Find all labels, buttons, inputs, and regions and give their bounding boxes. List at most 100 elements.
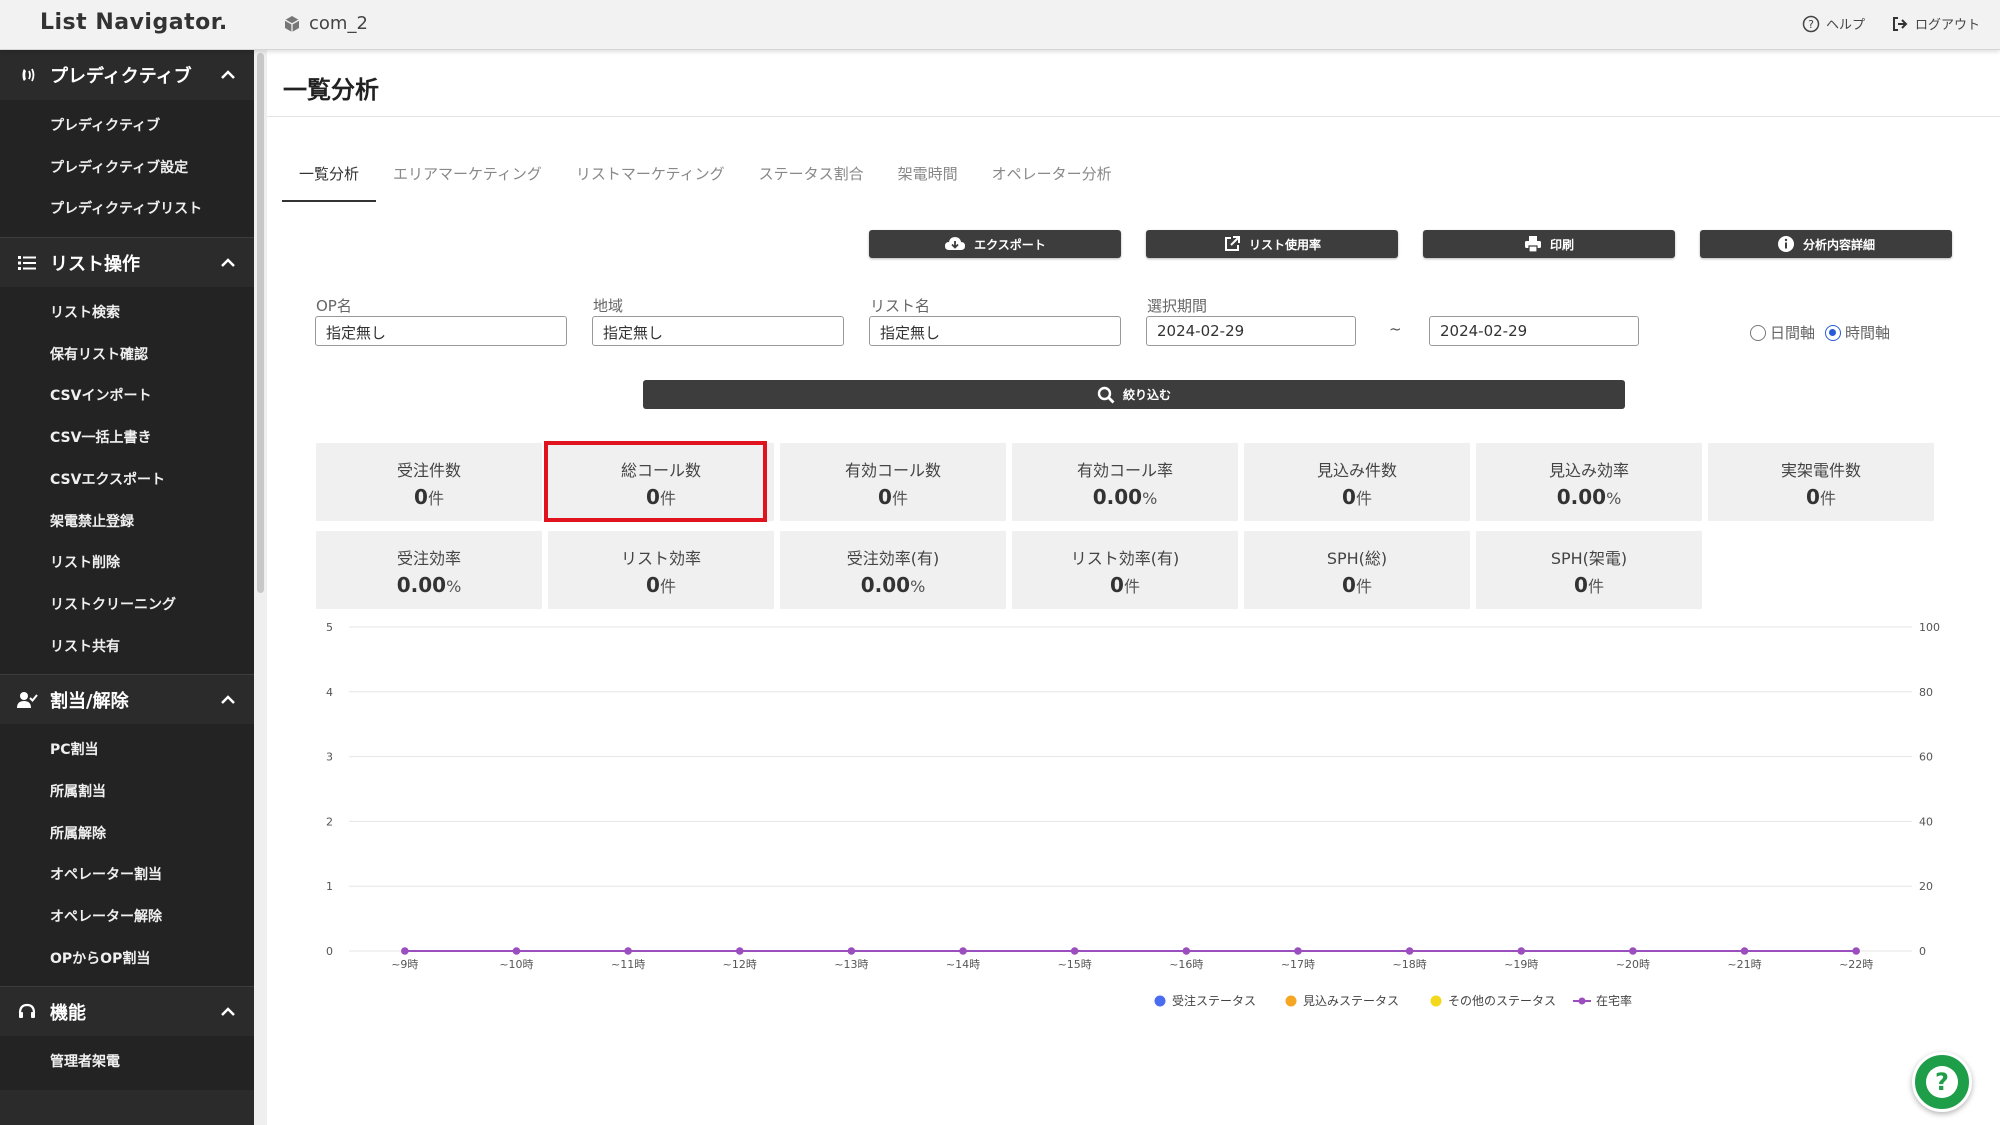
sidebar-item-csv-overwrite[interactable]: CSV一括上書き [0, 418, 254, 460]
y-tick-label: 1 [326, 880, 333, 893]
sidebar-scrollbar[interactable] [254, 50, 267, 1125]
legend-swatch [1430, 995, 1442, 1007]
y2-tick-label: 80 [1919, 686, 1933, 699]
sidebar-item-owned-lists[interactable]: 保有リスト確認 [0, 335, 254, 377]
data-point-presence [624, 947, 632, 955]
hourly-chart: 0 1 2 3 4 5 0 20 40 60 80 100 ~9時 ~10時 ~11時 ~12時 ~13時 ~14… [326, 621, 1940, 1008]
sidebar-item-list-search[interactable]: リスト検索 [0, 293, 254, 335]
sidebar-item-group-release[interactable]: 所属解除 [0, 814, 254, 856]
chevron-up-icon[interactable] [218, 65, 238, 85]
cube-icon [284, 15, 300, 32]
sidebar-item-group-assign[interactable]: 所属割当 [0, 772, 254, 814]
x-tick-label: ~21時 [1727, 958, 1761, 971]
sidebar-section-label: 機能 [50, 1002, 86, 1024]
logout-icon [1892, 16, 1908, 31]
sidebar-item-list-share[interactable]: リスト共有 [0, 627, 254, 669]
x-tick-label: ~13時 [834, 958, 868, 971]
company-name: com_2 [283, 13, 368, 34]
x-tick-label: ~19時 [1504, 958, 1538, 971]
data-point-presence [959, 947, 967, 955]
sidebar-item-pc-assign[interactable]: PC割当 [0, 730, 254, 772]
data-point-presence [1517, 947, 1526, 955]
data-point-presence [1405, 947, 1414, 955]
sidebar-item-predictive-settings[interactable]: プレディクティブ設定 [0, 148, 254, 190]
x-tick-label: ~11時 [611, 958, 645, 971]
sidebar-section-label: 割当/解除 [50, 690, 129, 712]
svg-text:?: ? [1808, 18, 1814, 31]
x-tick-label: ~10時 [499, 958, 533, 971]
question-circle-icon: ? [1926, 1066, 1958, 1098]
sidebar-item-op-to-op[interactable]: OPからOP割当 [0, 939, 254, 981]
data-point-presence [847, 947, 856, 955]
list-icon [16, 252, 38, 274]
y-tick-label: 3 [326, 751, 333, 764]
data-point-presence [1294, 947, 1302, 955]
legend-swatch [1285, 995, 1297, 1007]
sidebar-item-list-cleaning[interactable]: リストクリーニング [0, 585, 254, 627]
y2-tick-label: 0 [1919, 945, 1926, 958]
main-content: 一覧分析 一覧分析 エリアマーケティング リストマーケティング ステータス割合 … [267, 50, 2000, 1125]
data-point-presence [401, 947, 409, 955]
x-tick-label: ~9時 [391, 958, 418, 971]
x-tick-label: ~22時 [1839, 958, 1873, 971]
data-point-presence [1182, 947, 1191, 955]
y-tick-label: 2 [326, 815, 333, 828]
sidebar-item-csv-import[interactable]: CSVインポート [0, 376, 254, 418]
x-tick-label: ~12時 [723, 958, 757, 971]
chevron-up-icon[interactable] [218, 690, 238, 710]
legend-label: その他のステータス [1448, 994, 1556, 1008]
data-point-presence [735, 947, 744, 955]
sidebar-item-predictive-list[interactable]: プレディクティブリスト [0, 189, 254, 231]
chevron-up-icon[interactable] [218, 253, 238, 273]
x-tick-label: ~18時 [1392, 958, 1426, 971]
logout-label: ログアウト [1914, 18, 1980, 33]
company-label: com_2 [309, 13, 368, 34]
y-tick-label: 4 [326, 686, 333, 699]
help-label: ヘルプ [1825, 18, 1865, 33]
x-tick-label: ~17時 [1281, 958, 1315, 971]
user-check-icon [16, 689, 38, 711]
help-link[interactable]: ? ヘルプ [1802, 14, 1865, 33]
sidebar-item-csv-export[interactable]: CSVエクスポート [0, 460, 254, 502]
sidebar-item-list-delete[interactable]: リスト削除 [0, 543, 254, 585]
sidebar-item-operator-release[interactable]: オペレーター解除 [0, 897, 254, 939]
x-tick-label: ~16時 [1169, 958, 1203, 971]
data-point-presence [1740, 947, 1749, 955]
data-point-presence [1852, 947, 1860, 955]
logout-link[interactable]: ログアウト [1891, 14, 1980, 33]
sidebar-item-admin-call[interactable]: 管理者架電 [0, 1042, 254, 1084]
sidebar-section-label: プレディクティブ [50, 66, 192, 87]
data-point-presence [1070, 947, 1079, 955]
y-tick-label: 0 [326, 945, 333, 958]
y2-tick-label: 100 [1919, 621, 1940, 634]
legend-swatch-dot [1578, 997, 1586, 1005]
sidebar-item-operator-assign[interactable]: オペレーター割当 [0, 855, 254, 897]
sidebar-section-list-ops[interactable]: リスト操作 [0, 237, 254, 287]
sidebar-scroll-thumb[interactable] [257, 53, 264, 593]
top-bar: List Navigator. com_2 ? ヘルプ ログアウト [0, 0, 2000, 50]
y2-tick-label: 60 [1919, 751, 1933, 764]
legend-label: 見込みステータス [1303, 994, 1399, 1008]
x-tick-label: ~20時 [1616, 958, 1650, 971]
question-circle-icon: ? [1802, 15, 1820, 32]
chevron-up-icon[interactable] [218, 1002, 238, 1022]
app-logo[interactable]: List Navigator. [40, 10, 228, 35]
x-tick-label: ~15時 [1058, 958, 1092, 971]
data-point-presence [512, 947, 521, 955]
sidebar-section-assign[interactable]: 割当/解除 [0, 674, 254, 724]
svg-text:?: ? [1935, 1068, 1949, 1096]
phone-signal-icon [16, 64, 38, 86]
legend-label: 在宅率 [1596, 993, 1632, 1008]
y2-tick-label: 40 [1919, 815, 1933, 828]
sidebar-section-predictive[interactable]: プレディクティブ [0, 50, 254, 100]
sidebar-item-call-block[interactable]: 架電禁止登録 [0, 502, 254, 544]
legend-swatch [1154, 995, 1166, 1007]
sidebar: プレディクティブ プレディクティブ プレディクティブ設定 プレディクティブリスト… [0, 50, 254, 1125]
y2-tick-label: 20 [1919, 880, 1933, 893]
sidebar-item-predictive[interactable]: プレディクティブ [0, 106, 254, 148]
headset-icon [16, 1001, 38, 1023]
sidebar-section-features[interactable]: 機能 [0, 986, 254, 1036]
sidebar-section-label: リスト操作 [50, 253, 140, 275]
x-tick-label: ~14時 [946, 958, 980, 971]
help-fab-button[interactable]: ? [1912, 1052, 1972, 1112]
